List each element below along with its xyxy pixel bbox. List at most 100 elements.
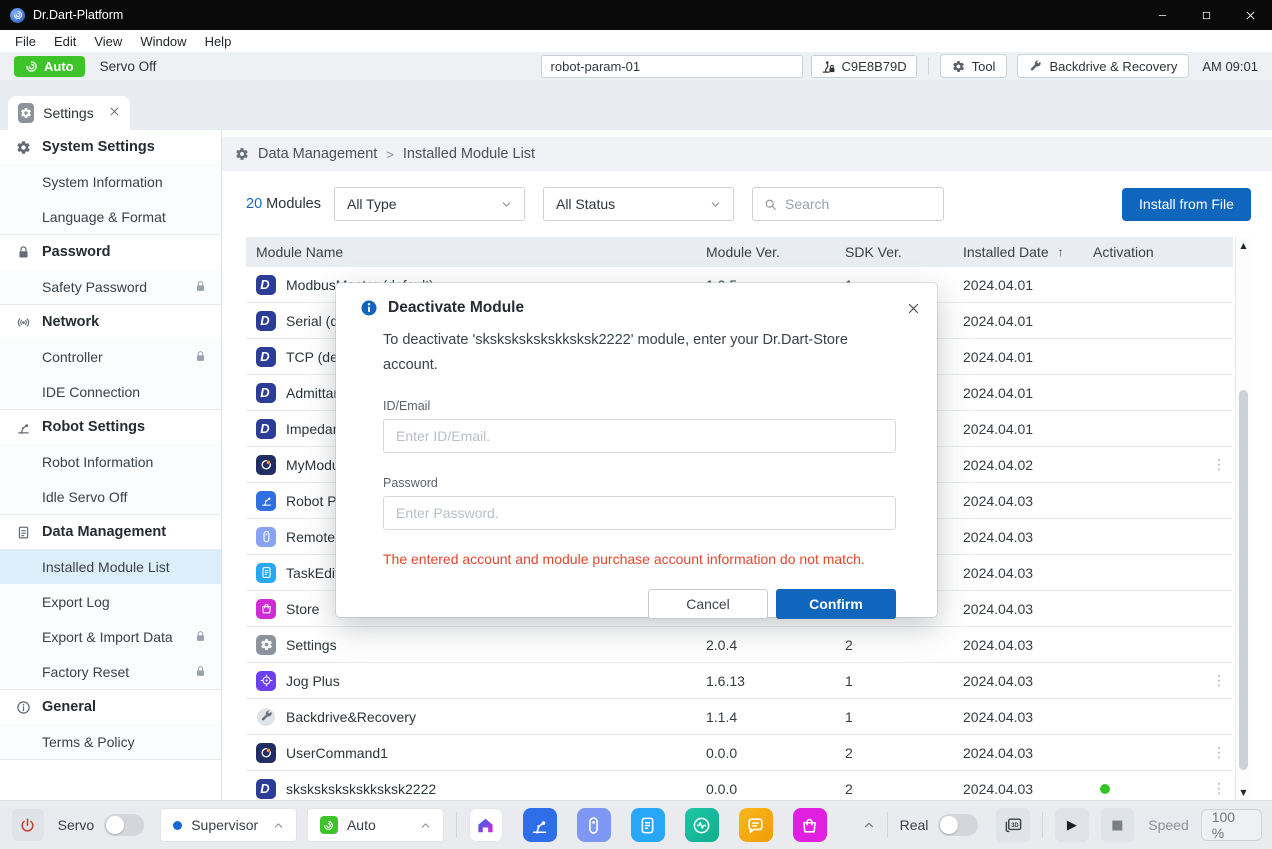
- sidebar-item-factory-reset[interactable]: Factory Reset: [0, 654, 221, 689]
- menu-item-file[interactable]: File: [6, 34, 45, 49]
- table-scrollbar[interactable]: ▲ ▼: [1235, 237, 1251, 800]
- chevron-up-icon: [273, 820, 284, 831]
- table-row[interactable]: Jog Plus 1.6.13 1 2024.04.03 ⋮: [246, 663, 1233, 699]
- sidebar-item-idle-servo-off[interactable]: Idle Servo Off: [0, 479, 221, 514]
- password-field[interactable]: [383, 496, 896, 530]
- type-filter-select[interactable]: All Type: [334, 187, 525, 221]
- maximize-button[interactable]: [1184, 0, 1228, 30]
- sidebar-item-export-log[interactable]: Export Log: [0, 584, 221, 619]
- sidebar-item-ide-connection[interactable]: IDE Connection: [0, 374, 221, 409]
- sidebar-group-header[interactable]: Password: [0, 235, 221, 269]
- table-row[interactable]: Settings 2.0.4 2 2024.04.03 ⋮: [246, 627, 1233, 663]
- installed-date: 2024.04.01: [963, 349, 1093, 365]
- status-filter-select[interactable]: All Status: [543, 187, 734, 221]
- sidebar-item-system-information[interactable]: System Information: [0, 164, 221, 199]
- power-button[interactable]: [12, 809, 44, 841]
- table-row[interactable]: Backdrive&Recovery 1.1.4 1 2024.04.03 ⋮: [246, 699, 1233, 735]
- id-email-field[interactable]: [383, 419, 896, 453]
- swirl-icon: [25, 60, 38, 73]
- minimize-button[interactable]: [1140, 0, 1184, 30]
- taskbar-app-home[interactable]: [469, 808, 503, 842]
- dialog-close-icon[interactable]: [904, 299, 922, 317]
- sidebar-group: General Terms & Policy: [0, 690, 221, 760]
- module-icon: D: [256, 311, 276, 331]
- col-installed-date[interactable]: Installed Date ↑: [963, 244, 1093, 260]
- taskbar-app-robot[interactable]: [523, 808, 557, 842]
- dock-chevron-up-icon[interactable]: [863, 819, 875, 831]
- sidebar-item-robot-information[interactable]: Robot Information: [0, 444, 221, 479]
- speed-value[interactable]: 100 %: [1201, 809, 1262, 841]
- sidebar-item-safety-password[interactable]: Safety Password: [0, 269, 221, 304]
- role-select[interactable]: Supervisor: [160, 808, 297, 842]
- clock: AM 09:01: [1202, 59, 1262, 74]
- servo-toggle[interactable]: [104, 814, 144, 836]
- sidebar-group-header[interactable]: General: [0, 690, 221, 724]
- taskbar-app-task[interactable]: [631, 808, 665, 842]
- robot-id-button[interactable]: C9E8B79D: [811, 55, 917, 78]
- tool-button[interactable]: Tool: [940, 54, 1008, 78]
- breadcrumb-current: Installed Module List: [403, 146, 535, 162]
- sort-ascending-icon[interactable]: ↑: [1058, 245, 1064, 259]
- module-name: skskskskskskksksk2222: [286, 781, 436, 797]
- installed-date: 2024.04.03: [963, 637, 1093, 653]
- taskbar-app-monitor[interactable]: [685, 808, 719, 842]
- close-button[interactable]: [1228, 0, 1272, 30]
- cancel-button[interactable]: Cancel: [648, 589, 768, 619]
- col-module-name[interactable]: Module Name: [246, 244, 706, 260]
- module-name: Store: [286, 601, 319, 617]
- install-from-file-button[interactable]: Install from File: [1122, 188, 1251, 221]
- sidebar-item-terms-policy[interactable]: Terms & Policy: [0, 724, 221, 759]
- 3d-view-button[interactable]: [996, 808, 1030, 842]
- scroll-down-icon[interactable]: ▼: [1236, 784, 1251, 800]
- row-menu-icon[interactable]: ⋮: [1212, 673, 1226, 689]
- table-row[interactable]: UserCommand1 0.0.0 2 2024.04.03 ⋮: [246, 735, 1233, 771]
- menu-item-help[interactable]: Help: [196, 34, 241, 49]
- robot-param-input[interactable]: [541, 55, 803, 78]
- col-sdk-ver[interactable]: SDK Ver.: [845, 244, 963, 260]
- row-menu-icon[interactable]: ⋮: [1212, 745, 1226, 761]
- dr-dart-platform-window: Dr.Dart-Platform File Edit View Window H…: [0, 0, 1272, 849]
- real-toggle[interactable]: [938, 814, 978, 836]
- tab-close-icon[interactable]: [109, 106, 120, 120]
- sidebar-item-installed-module-list[interactable]: Installed Module List: [0, 549, 221, 584]
- auto-mode-icon: [320, 816, 338, 834]
- row-menu-icon[interactable]: ⋮: [1212, 457, 1226, 473]
- sidebar-item-language-format[interactable]: Language & Format: [0, 199, 221, 234]
- menu-item-edit[interactable]: Edit: [45, 34, 85, 49]
- row-menu-icon[interactable]: ⋮: [1212, 781, 1226, 797]
- play-button[interactable]: ▶: [1055, 808, 1089, 842]
- mode-select[interactable]: Auto: [307, 808, 444, 842]
- doc-icon: [16, 525, 31, 540]
- module-icon: D: [256, 275, 276, 295]
- taskbar-app-remote[interactable]: [577, 808, 611, 842]
- sidebar-group-label: System Settings: [42, 139, 155, 155]
- chevron-down-icon: [501, 199, 512, 210]
- sidebar-group-header[interactable]: Network: [0, 305, 221, 339]
- table-row[interactable]: D skskskskskskksksk2222 0.0.0 2 2024.04.…: [246, 771, 1233, 800]
- menu-item-view[interactable]: View: [85, 34, 131, 49]
- confirm-button[interactable]: Confirm: [776, 589, 896, 619]
- taskbar-app-store[interactable]: [793, 808, 827, 842]
- sidebar-item-export-import-data[interactable]: Export & Import Data: [0, 619, 221, 654]
- stop-button[interactable]: ■: [1101, 808, 1135, 842]
- backdrive-recovery-button[interactable]: Backdrive & Recovery: [1017, 54, 1189, 78]
- sidebar-group-header[interactable]: System Settings: [0, 130, 221, 164]
- power-icon: [19, 817, 36, 834]
- module-icon: D: [256, 347, 276, 367]
- menu-bar: File Edit View Window Help: [0, 30, 1272, 52]
- scroll-up-icon[interactable]: ▲: [1236, 237, 1251, 253]
- scrollbar-thumb[interactable]: [1239, 390, 1248, 770]
- sidebar-group-header[interactable]: Robot Settings: [0, 410, 221, 444]
- menu-item-window[interactable]: Window: [131, 34, 195, 49]
- sdk-version: 2: [845, 745, 963, 761]
- taskbar-app-message[interactable]: [739, 808, 773, 842]
- tab-settings[interactable]: Settings: [8, 96, 130, 130]
- search-input[interactable]: [785, 196, 932, 212]
- col-activation[interactable]: Activation: [1093, 244, 1205, 260]
- sidebar-item-controller[interactable]: Controller: [0, 339, 221, 374]
- divider: [1042, 812, 1043, 838]
- col-module-ver[interactable]: Module Ver.: [706, 244, 845, 260]
- sidebar-group-header[interactable]: Data Management: [0, 515, 221, 549]
- search-box[interactable]: [752, 187, 944, 221]
- module-name: UserCommand1: [286, 745, 388, 761]
